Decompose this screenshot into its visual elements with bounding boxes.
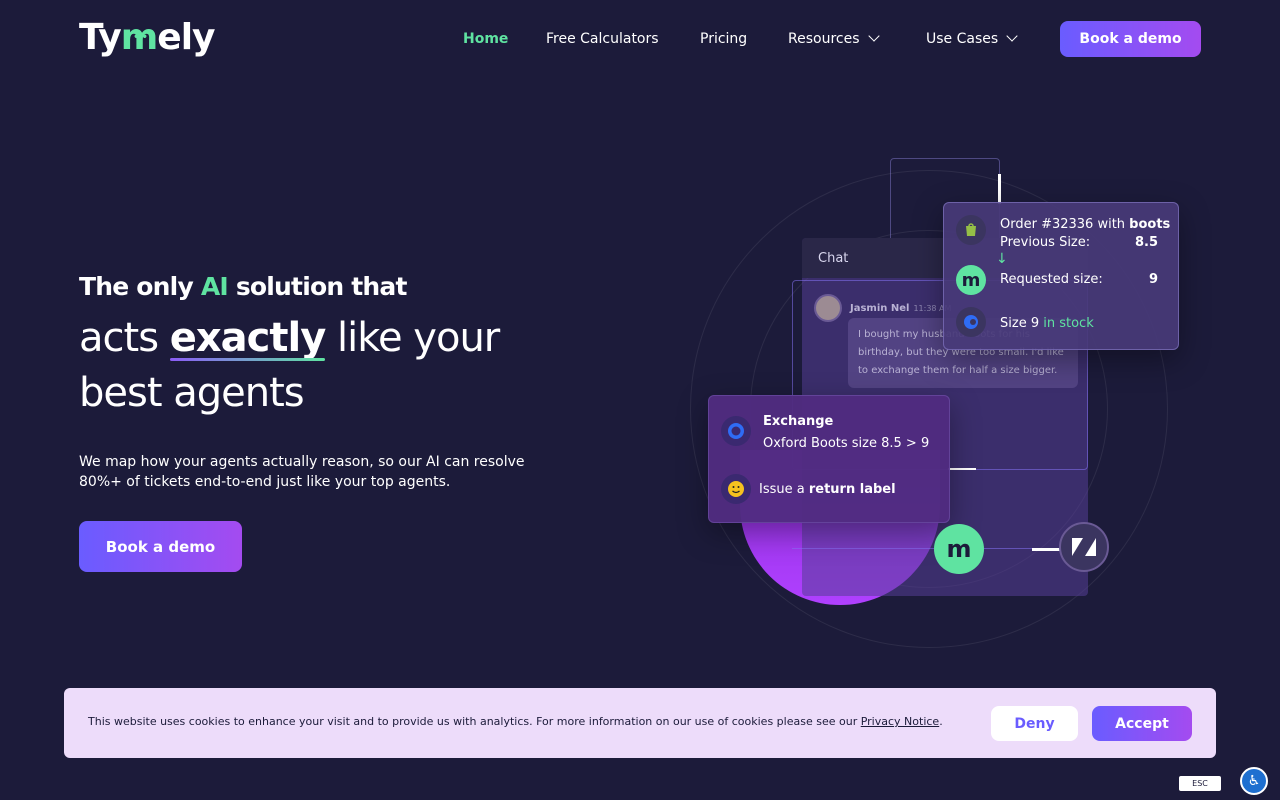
- prev-size-value: 8.5: [1134, 235, 1158, 250]
- hero-title-line3: best agents: [79, 370, 305, 416]
- logo[interactable]: Tym ••• ely: [79, 16, 216, 60]
- arrow-down-icon: ↓: [996, 251, 1008, 267]
- nav-resources-label: Resources: [788, 31, 860, 47]
- logo-text-suffix: ely: [157, 17, 215, 58]
- esc-button[interactable]: ESC: [1179, 776, 1221, 791]
- cookie-deny-button[interactable]: Deny: [991, 706, 1078, 741]
- privacy-notice-link[interactable]: Privacy Notice: [861, 715, 939, 728]
- logo-text-m: m •••: [120, 17, 159, 58]
- hero-title-exactly: exactly: [169, 315, 327, 361]
- cookie-banner: This website uses cookies to enhance you…: [64, 688, 1216, 758]
- exchange-icon: [721, 416, 751, 446]
- nav-use-cases-label: Use Cases: [926, 31, 999, 47]
- shopify-icon: [956, 215, 986, 245]
- return-line: Issue a return label: [759, 482, 896, 497]
- nav-book-demo-button[interactable]: Book a demo: [1060, 21, 1201, 57]
- zendesk-icon: [1059, 522, 1109, 572]
- chevron-down-icon: [867, 30, 880, 42]
- hero-subtitle: We map how your agents actually reason, …: [79, 454, 525, 490]
- logo-text-prefix: Ty: [79, 17, 122, 58]
- order-card: Order #32336 with boots Previous Size: 8…: [943, 202, 1179, 350]
- tymely-logo-icon: m: [934, 524, 984, 574]
- cookie-accept-button[interactable]: Accept: [1092, 706, 1192, 741]
- inventory-icon: [956, 307, 986, 337]
- tymely-icon: m: [956, 265, 986, 295]
- hero-title-line2: acts exactly like your: [79, 315, 500, 361]
- decor-connector: [1032, 548, 1060, 551]
- accessibility-icon[interactable]: ♿: [1240, 767, 1268, 795]
- nav-free-calculators[interactable]: Free Calculators: [546, 28, 659, 50]
- req-size-label: Requested size:: [1000, 272, 1103, 287]
- order-line: Order #32336 with boots: [1000, 217, 1171, 232]
- stock-line: Size 9 in stock: [1000, 316, 1094, 331]
- hero-book-demo-button[interactable]: Book a demo: [79, 521, 242, 572]
- exchange-detail: Oxford Boots size 8.5 > 9: [763, 436, 930, 451]
- chevron-down-icon: [1006, 30, 1018, 42]
- nav-resources[interactable]: Resources: [788, 28, 880, 50]
- req-size-value: 9: [1148, 272, 1158, 287]
- hero-illustration: Chat Jasmin Nel11:38 AM I bought my husb…: [680, 150, 1200, 648]
- hero-title-line1: The only AI solution that: [79, 272, 407, 301]
- decor-connector: [998, 174, 1001, 204]
- decor-connector: [948, 468, 976, 470]
- exchange-title: Exchange: [763, 414, 834, 429]
- hero-title-ai: AI: [200, 272, 229, 301]
- smiley-icon: [721, 474, 751, 504]
- nav-pricing[interactable]: Pricing: [700, 28, 747, 50]
- prev-size-label: Previous Size:: [1000, 235, 1091, 250]
- nav-home[interactable]: Home: [463, 28, 508, 50]
- cookie-text: This website uses cookies to enhance you…: [88, 715, 943, 728]
- nav-use-cases[interactable]: Use Cases: [926, 28, 1018, 50]
- exchange-card: Exchange Oxford Boots size 8.5 > 9 Issue…: [708, 395, 950, 523]
